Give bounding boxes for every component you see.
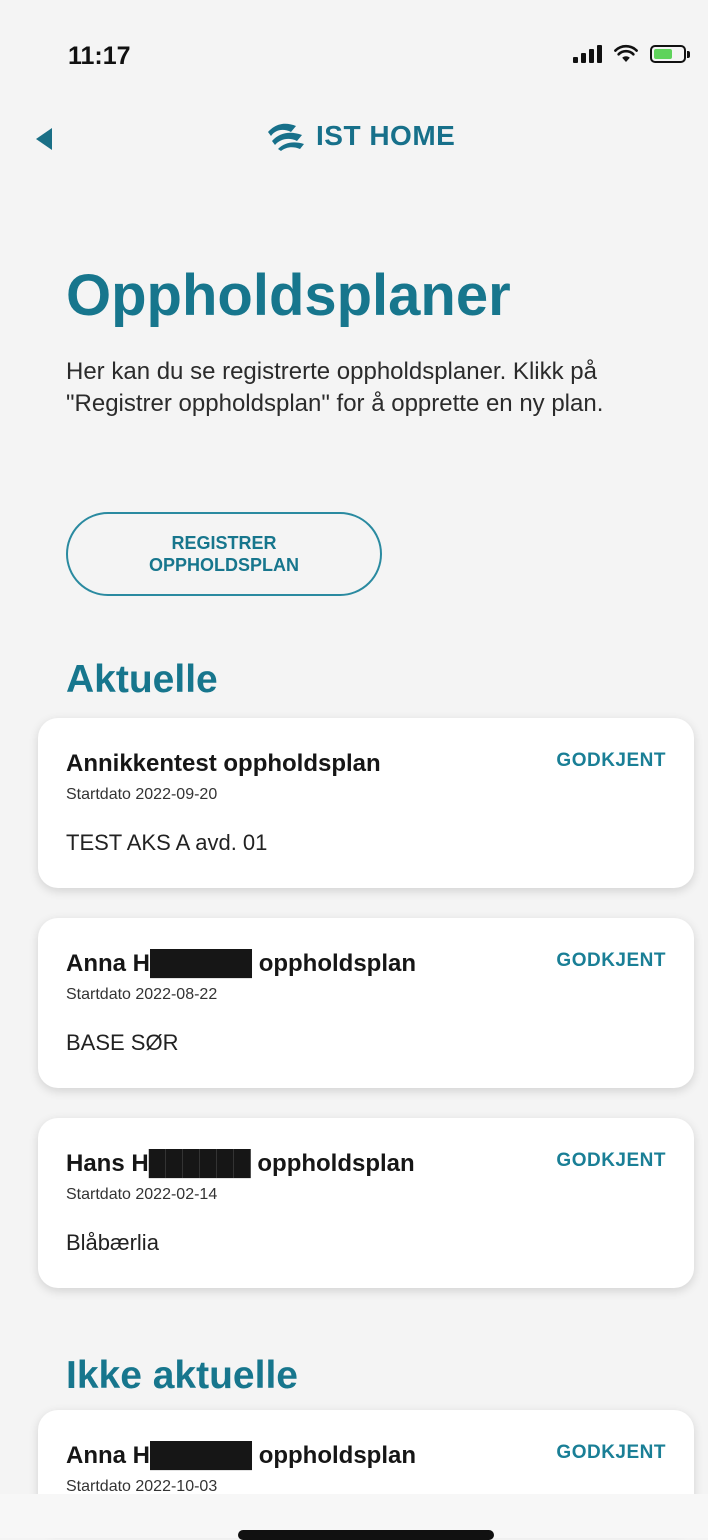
- register-plan-label: REGISTRER OPPHOLDSPLAN: [148, 533, 299, 575]
- start-date: Startdato 2022-08-22: [66, 986, 218, 1003]
- status-icons: [573, 44, 690, 63]
- start-date: Startdato 2022-09-20: [66, 786, 218, 803]
- plan-card[interactable]: Hans H██████ oppholdsplan GODKJENT Start…: [38, 1118, 694, 1288]
- logo-text: IST HOME: [316, 120, 456, 151]
- plan-location: TEST AKS A avd. 01: [66, 830, 268, 855]
- status-badge: GODKJENT: [556, 950, 666, 971]
- status-time: 11:17: [68, 42, 131, 70]
- section-title-current: Aktuelle: [66, 658, 218, 701]
- app-logo: IST HOME: [262, 120, 455, 152]
- status-badge: GODKJENT: [556, 1442, 666, 1463]
- plan-location: BASE SØR: [66, 1030, 179, 1055]
- home-indicator[interactable]: [238, 1530, 494, 1540]
- nav-bar: IST HOME: [0, 100, 708, 176]
- battery-icon: [650, 45, 690, 63]
- section-title-not-current: Ikke aktuelle: [66, 1354, 298, 1397]
- cellular-signal-icon: [573, 45, 602, 63]
- ist-logo-icon: [268, 123, 304, 151]
- intro-text: Her kan du se registrerte oppholdsplaner…: [66, 358, 604, 417]
- status-badge: GODKJENT: [556, 1150, 666, 1171]
- plan-location: Blåbærlia: [66, 1230, 159, 1255]
- plan-name: Annikkentest oppholdsplan: [66, 750, 381, 777]
- register-plan-button[interactable]: REGISTRER OPPHOLDSPLAN: [66, 512, 382, 596]
- status-bar: 11:17: [0, 0, 708, 100]
- back-arrow-icon[interactable]: [36, 128, 52, 150]
- wifi-icon: [614, 44, 638, 62]
- start-date: Startdato 2022-02-14: [66, 1186, 218, 1203]
- plan-name: Hans H██████ oppholdsplan: [66, 1150, 415, 1177]
- plan-card[interactable]: Annikkentest oppholdsplan GODKJENT Start…: [38, 718, 694, 888]
- plan-name: Anna H██████ oppholdsplan: [66, 1442, 417, 1469]
- plan-card[interactable]: Anna H██████ oppholdsplan GODKJENT Start…: [38, 918, 694, 1088]
- page-title: Oppholdsplaner: [66, 263, 511, 328]
- plan-name: Anna H██████ oppholdsplan: [66, 950, 417, 977]
- status-badge: GODKJENT: [556, 750, 666, 771]
